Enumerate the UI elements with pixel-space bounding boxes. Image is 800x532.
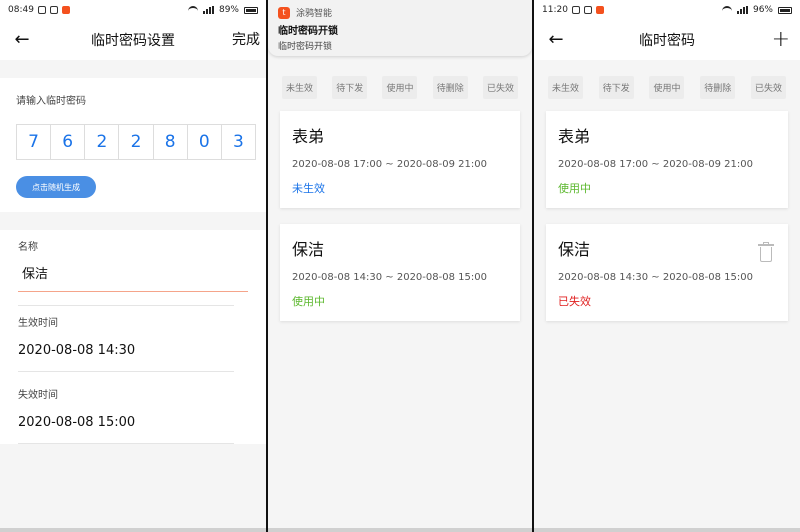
- status-bar: 08:49 89%: [0, 0, 266, 20]
- status-time: 11:20: [542, 5, 568, 15]
- generate-random-button[interactable]: 点击随机生成: [16, 176, 96, 198]
- password-status: 使用中: [558, 182, 591, 195]
- wifi-icon: [721, 6, 732, 14]
- tuya-app-icon: t: [278, 6, 290, 19]
- tab-pending-delete[interactable]: 待删除: [700, 76, 736, 99]
- notification-banner[interactable]: t 涂鸦智能 临时密码开锁 临时密码开锁: [268, 0, 532, 56]
- password-status: 使用中: [292, 295, 325, 308]
- name-label: 名称: [18, 242, 38, 253]
- signal-icon: [736, 6, 748, 14]
- tab-in-use[interactable]: 使用中: [649, 76, 685, 99]
- digit-box[interactable]: 0: [188, 125, 222, 159]
- notification-body: 临时密码开锁: [278, 42, 333, 52]
- battery-percent: 96%: [752, 5, 773, 15]
- password-time-range: 2020-08-08 17:00 ~ 2020-08-09 21:00: [558, 159, 753, 170]
- tab-not-effective[interactable]: 未生效: [548, 76, 584, 99]
- status-tabs: 未生效 待下发 使用中 待删除 已失效: [534, 76, 800, 99]
- plus-icon[interactable]: +: [772, 28, 790, 52]
- start-time-value[interactable]: 2020-08-08 14:30: [18, 330, 234, 372]
- status-tabs: 未生效 待下发 使用中 待删除 已失效: [268, 76, 532, 99]
- alarm-icon: [571, 6, 580, 14]
- password-name: 保洁: [292, 240, 325, 259]
- battery-percent: 89%: [218, 5, 239, 15]
- password-digits[interactable]: 7 6 2 2 8 0 3: [16, 124, 256, 160]
- status-bar: 11:20 96%: [534, 0, 800, 20]
- battery-icon: [778, 6, 792, 14]
- password-status: 未生效: [292, 182, 325, 195]
- password-name: 表弟: [292, 127, 325, 146]
- done-button[interactable]: 完成: [232, 28, 260, 52]
- digit-box[interactable]: 2: [119, 125, 154, 159]
- battery-icon: [244, 6, 258, 14]
- temp-password-list-screen: 11:20 96% ← 临时密码 + 未生效 待下发 使用中 待删除 已失效 表…: [534, 0, 800, 532]
- digit-box[interactable]: 2: [85, 125, 120, 159]
- password-card[interactable]: 表弟 2020-08-08 17:00 ~ 2020-08-09 21:00 使…: [546, 111, 788, 208]
- password-status: 已失效: [558, 295, 591, 308]
- page-title: 临时密码: [639, 33, 695, 49]
- tab-pending-delete[interactable]: 待删除: [432, 76, 468, 99]
- tab-expired[interactable]: 已失效: [482, 76, 518, 99]
- wifi-icon: [187, 6, 198, 14]
- nav-bar: ← 临时密码 +: [534, 20, 800, 60]
- start-time-label: 生效时间: [18, 318, 58, 329]
- spacer: [0, 212, 266, 230]
- divider: [18, 292, 234, 306]
- end-time-label: 失效时间: [18, 390, 58, 401]
- password-time-range: 2020-08-08 14:30 ~ 2020-08-08 15:00: [292, 272, 487, 283]
- tab-pending-issue[interactable]: 待下发: [332, 76, 368, 99]
- digit-box[interactable]: 8: [154, 125, 188, 159]
- name-input[interactable]: 保洁: [18, 254, 248, 292]
- digit-box[interactable]: 3: [222, 125, 255, 159]
- page-title: 临时密码设置: [91, 33, 175, 49]
- password-label: 请输入临时密码: [16, 96, 86, 107]
- tab-in-use[interactable]: 使用中: [382, 76, 418, 99]
- trash-icon[interactable]: [758, 242, 774, 262]
- tuya-notification-icon: [61, 6, 70, 14]
- arrow-left-icon[interactable]: ←: [544, 28, 568, 52]
- notification-app-name: 涂鸦智能: [296, 9, 333, 19]
- notification-title: 临时密码开锁: [278, 26, 338, 37]
- alarm-icon: [37, 6, 46, 14]
- password-name: 保洁: [558, 240, 591, 259]
- password-list-notification-screen: t 涂鸦智能 临时密码开锁 临时密码开锁 未生效 待下发 使用中 待删除 已失效…: [268, 0, 532, 532]
- tab-pending-issue[interactable]: 待下发: [598, 76, 634, 99]
- arrow-left-icon[interactable]: ←: [10, 28, 34, 52]
- app-notification-icon: [49, 6, 58, 14]
- tab-not-effective[interactable]: 未生效: [282, 76, 318, 99]
- nav-gesture-bar: [534, 528, 800, 532]
- password-settings-screen: 08:49 89% ← 临时密码设置 完成 请输入临时密码 7 6 2 2 8 …: [0, 0, 266, 532]
- tuya-notification-icon: [595, 6, 604, 14]
- status-time: 08:49: [8, 5, 34, 15]
- app-notification-icon: [583, 6, 592, 14]
- nav-gesture-bar: [268, 528, 532, 532]
- signal-icon: [202, 6, 214, 14]
- password-card[interactable]: 表弟 2020-08-08 17:00 ~ 2020-08-09 21:00 未…: [280, 111, 520, 208]
- end-time-value[interactable]: 2020-08-08 15:00: [18, 402, 234, 444]
- tab-expired[interactable]: 已失效: [750, 76, 786, 99]
- password-card[interactable]: 保洁 2020-08-08 14:30 ~ 2020-08-08 15:00 使…: [280, 224, 520, 321]
- password-card[interactable]: 保洁 2020-08-08 14:30 ~ 2020-08-08 15:00 已…: [546, 224, 788, 321]
- spacer: [0, 60, 266, 78]
- password-time-range: 2020-08-08 14:30 ~ 2020-08-08 15:00: [558, 272, 753, 283]
- password-card: 请输入临时密码 7 6 2 2 8 0 3 点击随机生成: [0, 78, 266, 212]
- nav-gesture-bar: [0, 528, 266, 532]
- digit-box[interactable]: 7: [17, 125, 52, 159]
- digit-box[interactable]: 6: [51, 125, 86, 159]
- password-name: 表弟: [558, 127, 591, 146]
- password-time-range: 2020-08-08 17:00 ~ 2020-08-09 21:00: [292, 159, 487, 170]
- name-field: 名称 保洁 生效时间 2020-08-08 14:30 失效时间 2020-08…: [0, 230, 266, 444]
- nav-bar: ← 临时密码设置 完成: [0, 20, 266, 60]
